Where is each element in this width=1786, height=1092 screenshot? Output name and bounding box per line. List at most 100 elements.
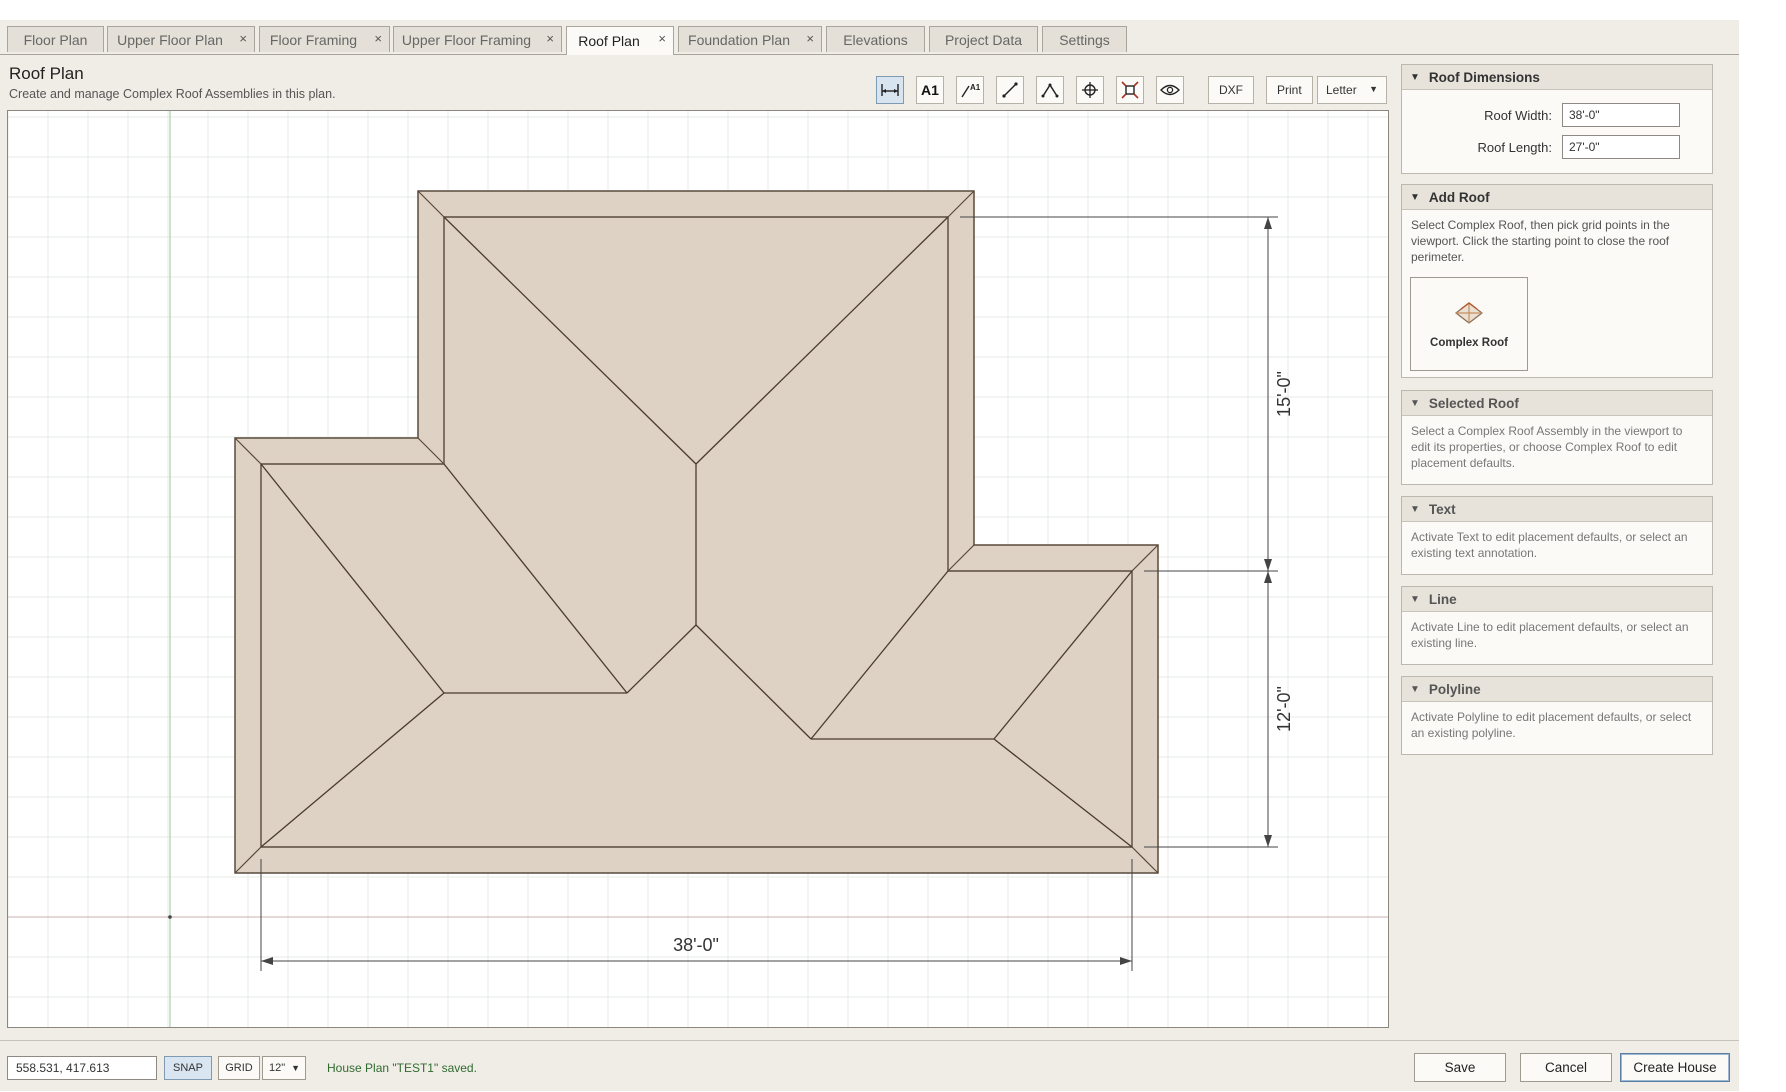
grid-size-value: 12" bbox=[269, 1062, 286, 1074]
grid-toggle[interactable]: GRID bbox=[218, 1056, 260, 1080]
create-house-button[interactable]: Create House bbox=[1620, 1053, 1730, 1082]
roof-width-row: Roof Width: bbox=[1484, 103, 1680, 127]
text-description: Activate Text to edit placement defaults… bbox=[1411, 530, 1688, 560]
leader-text-tool-button[interactable]: A1 bbox=[956, 76, 984, 104]
tab-label: Upper Floor Plan bbox=[117, 31, 223, 48]
complex-roof-button[interactable]: Complex Roof bbox=[1410, 277, 1528, 371]
text-section: ▼ Text Activate Text to edit placement d… bbox=[1401, 496, 1713, 575]
collapse-icon: ▼ bbox=[1410, 397, 1420, 409]
tab-upper-floor-plan[interactable]: Upper Floor Plan × bbox=[107, 26, 255, 52]
status-bar: 558.531, 417.613 SNAP GRID 12" ▼ House P… bbox=[0, 1040, 1739, 1092]
move-tool-button[interactable] bbox=[1076, 76, 1104, 104]
paper-size-select[interactable]: Letter ▼ bbox=[1317, 76, 1387, 104]
collapse-icon: ▼ bbox=[1410, 593, 1420, 605]
close-icon[interactable]: × bbox=[374, 31, 382, 46]
section-title: Polyline bbox=[1428, 681, 1481, 697]
close-icon[interactable]: × bbox=[806, 31, 814, 46]
section-title: Selected Roof bbox=[1428, 395, 1519, 411]
tab-elevations[interactable]: Elevations bbox=[826, 26, 925, 52]
tab-label: Floor Plan bbox=[23, 31, 88, 48]
line-icon bbox=[1002, 82, 1018, 98]
page-title: Roof Plan bbox=[9, 64, 84, 83]
paper-size-value: Letter bbox=[1326, 83, 1357, 97]
tab-label: Roof Plan bbox=[578, 33, 640, 49]
tab-label: Foundation Plan bbox=[688, 31, 790, 48]
tab-label: Upper Floor Framing bbox=[401, 31, 532, 48]
tab-label: Settings bbox=[1059, 31, 1110, 48]
collapse-icon: ▼ bbox=[1410, 683, 1420, 695]
tab-project-data[interactable]: Project Data bbox=[929, 26, 1038, 52]
roof-width-field[interactable] bbox=[1562, 103, 1680, 127]
tab-floor-plan[interactable]: Floor Plan bbox=[7, 26, 104, 52]
line-header[interactable]: ▼ Line bbox=[1402, 587, 1712, 612]
line-section: ▼ Line Activate Line to edit placement d… bbox=[1401, 586, 1713, 665]
roof-width-label: Roof Width: bbox=[1484, 107, 1552, 123]
coordinate-readout: 558.531, 417.613 bbox=[7, 1056, 157, 1080]
complex-roof-label: Complex Roof bbox=[1430, 337, 1508, 349]
dxf-button[interactable]: DXF bbox=[1208, 76, 1254, 104]
collapse-icon: ▼ bbox=[1410, 71, 1420, 83]
tab-label: Elevations bbox=[843, 31, 908, 48]
grid-size-select[interactable]: 12" ▼ bbox=[262, 1056, 306, 1080]
eye-icon bbox=[1160, 84, 1180, 96]
roof-length-field[interactable] bbox=[1562, 135, 1680, 159]
zoom-extents-icon bbox=[1121, 81, 1139, 99]
line-description: Activate Line to edit placement defaults… bbox=[1411, 620, 1689, 650]
add-roof-section: ▼ Add Roof Select Complex Roof, then pic… bbox=[1401, 184, 1713, 378]
roof-length-row: Roof Length: bbox=[1478, 135, 1680, 159]
move-icon bbox=[1082, 82, 1098, 98]
tab-floor-framing[interactable]: Floor Framing × bbox=[259, 26, 390, 52]
section-title: Line bbox=[1428, 591, 1457, 607]
dimension-upper-label: 15'-0" bbox=[1274, 371, 1294, 417]
polyline-header[interactable]: ▼ Polyline bbox=[1402, 677, 1712, 702]
chevron-down-icon: ▼ bbox=[291, 1063, 300, 1073]
leader-tool-label: A1 bbox=[970, 83, 981, 92]
selected-roof-header[interactable]: ▼ Selected Roof bbox=[1402, 391, 1712, 416]
add-roof-header[interactable]: ▼ Add Roof bbox=[1402, 185, 1712, 210]
collapse-icon: ▼ bbox=[1410, 191, 1420, 203]
dimension-tool-icon bbox=[881, 84, 899, 96]
polyline-icon bbox=[1041, 83, 1059, 98]
roof-dimensions-header[interactable]: ▼ Roof Dimensions bbox=[1402, 65, 1712, 90]
zoom-extents-button[interactable] bbox=[1116, 76, 1144, 104]
tab-bar: Floor Plan Upper Floor Plan × Floor Fram… bbox=[0, 20, 1739, 55]
roof-dimensions-section: ▼ Roof Dimensions Roof Width: Roof Lengt… bbox=[1401, 64, 1713, 174]
text-tool-button[interactable]: A1 bbox=[916, 76, 944, 104]
collapse-icon: ▼ bbox=[1410, 503, 1420, 515]
close-icon[interactable]: × bbox=[546, 31, 554, 46]
selected-roof-description: Select a Complex Roof Assembly in the vi… bbox=[1411, 424, 1683, 470]
text-tool-label: A1 bbox=[921, 82, 939, 98]
page-subtitle: Create and manage Complex Roof Assemblie… bbox=[9, 87, 336, 101]
tab-upper-floor-framing[interactable]: Upper Floor Framing × bbox=[393, 26, 562, 52]
polyline-tool-button[interactable] bbox=[1036, 76, 1064, 104]
tab-foundation-plan[interactable]: Foundation Plan × bbox=[678, 26, 822, 52]
text-header[interactable]: ▼ Text bbox=[1402, 497, 1712, 522]
drawing-viewport[interactable]: 15'-0" 12'-0" 38'-0" bbox=[7, 110, 1389, 1028]
close-icon[interactable]: × bbox=[658, 31, 666, 46]
visibility-button[interactable] bbox=[1156, 76, 1184, 104]
leader-icon: A1 bbox=[961, 83, 981, 98]
app-window: Floor Plan Upper Floor Plan × Floor Fram… bbox=[0, 20, 1739, 1091]
save-button[interactable]: Save bbox=[1414, 1053, 1506, 1082]
close-icon[interactable]: × bbox=[239, 31, 247, 46]
chevron-down-icon: ▼ bbox=[1369, 84, 1378, 94]
tab-label: Floor Framing bbox=[269, 31, 358, 48]
roof-length-label: Roof Length: bbox=[1477, 139, 1552, 155]
tab-roof-plan[interactable]: Roof Plan × bbox=[566, 26, 674, 55]
dimension-tool-button[interactable] bbox=[876, 76, 904, 104]
dimension-width-label: 38'-0" bbox=[673, 935, 719, 955]
snap-toggle[interactable]: SNAP bbox=[164, 1056, 212, 1080]
line-tool-button[interactable] bbox=[996, 76, 1024, 104]
origin-point bbox=[168, 915, 172, 919]
roof-plan-canvas[interactable]: 15'-0" 12'-0" 38'-0" bbox=[8, 111, 1388, 1027]
polyline-description: Activate Polyline to edit placement defa… bbox=[1411, 710, 1692, 740]
section-title: Add Roof bbox=[1428, 189, 1490, 205]
add-roof-description: Select Complex Roof, then pick grid poin… bbox=[1411, 218, 1670, 264]
section-title: Text bbox=[1428, 501, 1456, 517]
polyline-section: ▼ Polyline Activate Polyline to edit pla… bbox=[1401, 676, 1713, 755]
selected-roof-section: ▼ Selected Roof Select a Complex Roof As… bbox=[1401, 390, 1713, 485]
print-button[interactable]: Print bbox=[1266, 76, 1313, 104]
complex-roof-icon bbox=[1455, 302, 1483, 324]
tab-settings[interactable]: Settings bbox=[1042, 26, 1127, 52]
cancel-button[interactable]: Cancel bbox=[1520, 1053, 1612, 1082]
